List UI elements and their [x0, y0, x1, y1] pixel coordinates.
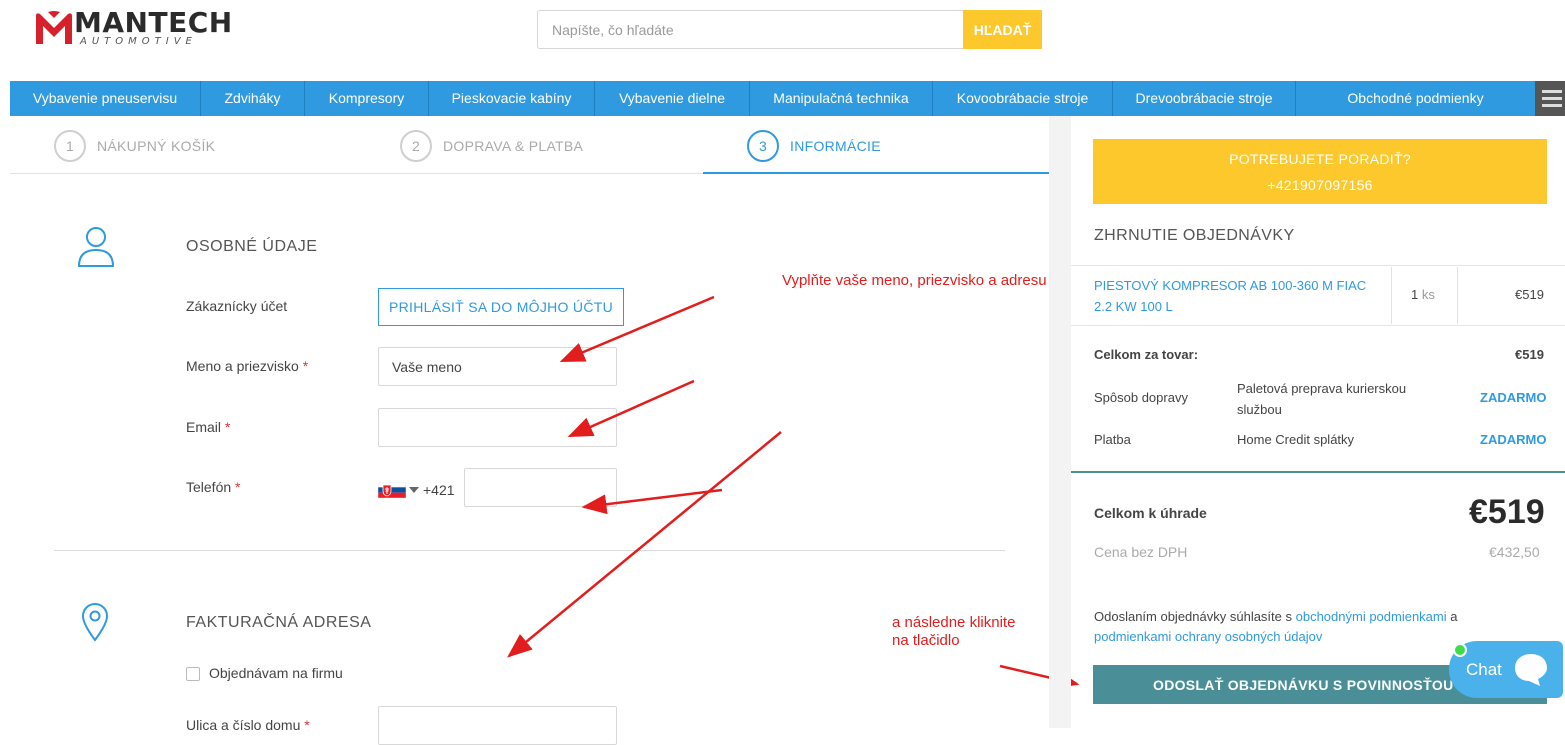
step-information[interactable]: 3 INFORMÁCIE: [747, 130, 881, 162]
terms-link[interactable]: obchodnými podmienkami: [1296, 609, 1447, 624]
product-qty: 1 ks: [1411, 287, 1435, 302]
nav-item-kovoobrabacie-stroje[interactable]: Kovoobrábacie stroje: [933, 81, 1113, 116]
step-shipping-payment[interactable]: 2 DOPRAVA & PLATBA: [400, 130, 583, 162]
product-name[interactable]: PIESTOVÝ KOMPRESOR AB 100-360 M FIAC 2.2…: [1094, 275, 1374, 317]
grand-total-label: Celkom k úhrade: [1094, 505, 1207, 521]
sidebar-separator: [1049, 116, 1071, 728]
shipping-label: Spôsob dopravy: [1094, 390, 1188, 405]
main-nav: Vybavenie pneuservisu Zdviháky Kompresor…: [10, 81, 1535, 116]
step-label: DOPRAVA & PLATBA: [443, 138, 584, 154]
phone-label: Telefón *: [186, 479, 241, 495]
grand-total-value: €519: [1469, 493, 1545, 531]
login-button[interactable]: PRIHLÁSIŤ SA DO MÔJHO ÚČTU: [378, 288, 624, 326]
personal-data-title: OSOBNÉ ÚDAJE: [186, 238, 318, 255]
caret-down-icon: [409, 487, 419, 493]
logo-subtitle: AUTOMOTIVE: [80, 36, 197, 47]
product-price: €519: [1515, 287, 1544, 302]
nav-item-vybavenie-pneuservisu[interactable]: Vybavenie pneuservisu: [10, 81, 201, 116]
advice-box[interactable]: POTREBUJETE PORADIŤ? +421907097156: [1093, 139, 1547, 204]
email-field[interactable]: [378, 408, 617, 447]
nav-item-vybavenie-dielne[interactable]: Vybavenie dielne: [595, 81, 750, 116]
summary-divider: [1071, 325, 1565, 326]
phone-field[interactable]: [464, 468, 617, 507]
active-step-indicator: [703, 172, 1049, 174]
column-divider: [1457, 267, 1458, 324]
advice-title: POTREBUJETE PORADIŤ?: [1229, 151, 1411, 167]
payment-label: Platba: [1094, 432, 1131, 447]
chat-bubble-icon[interactable]: [1512, 651, 1550, 689]
nav-item-drevoobrabacie-stroje[interactable]: Drevoobrábacie stroje: [1113, 81, 1296, 116]
annotation-click-note: a následne kliknite na tlačidlo: [892, 614, 1016, 649]
location-pin-icon: [81, 603, 109, 642]
billing-address-title: FAKTURAČNÁ ADRESA: [186, 614, 372, 631]
payment-price: ZADARMO: [1480, 432, 1547, 447]
arrow-to-address: [507, 431, 782, 658]
advice-phone[interactable]: +421907097156: [1093, 172, 1547, 198]
nav-item-kompresory[interactable]: Kompresory: [305, 81, 429, 116]
company-checkbox[interactable]: [186, 667, 200, 681]
goods-total-value: €519: [1515, 347, 1544, 362]
logo-text[interactable]: MANTECH: [74, 6, 233, 39]
nav-item-pieskovacie-kabiny[interactable]: Pieskovacie kabíny: [429, 81, 595, 116]
user-icon: [77, 227, 115, 267]
column-divider: [1391, 267, 1392, 324]
step-cart[interactable]: 1 NÁKUPNÝ KOŠÍK: [54, 130, 215, 162]
company-checkbox-label: Objednávam na firmu: [209, 665, 343, 681]
shipping-price: ZADARMO: [1480, 390, 1547, 405]
country-select[interactable]: [378, 481, 422, 499]
privacy-link[interactable]: podmienkami ochrany osobných údajov: [1094, 629, 1322, 644]
net-price-label: Cena bez DPH: [1094, 544, 1188, 560]
phone-prefix: +421: [423, 482, 455, 498]
step-number: 1: [54, 130, 86, 162]
step-number: 3: [747, 130, 779, 162]
street-label: Ulica a číslo domu *: [186, 717, 310, 733]
summary-divider: [1071, 265, 1565, 266]
account-label: Zákaznícky účet: [186, 298, 288, 314]
hamburger-icon[interactable]: [1535, 81, 1565, 116]
slovakia-flag-icon: [378, 482, 406, 498]
order-summary-title: ZHRNUTIE OBJEDNÁVKY: [1094, 227, 1295, 244]
name-label: Meno a priezvisko *: [186, 358, 309, 374]
search-button[interactable]: HĽADAŤ: [963, 10, 1042, 49]
logo-icon[interactable]: [34, 10, 74, 46]
nav-item-manipulacna-technika[interactable]: Manipulačná technika: [750, 81, 933, 116]
nav-item-zdvihaky[interactable]: Zdviháky: [201, 81, 305, 116]
total-divider: [1071, 471, 1565, 473]
step-label: INFORMÁCIE: [790, 138, 881, 154]
net-price-value: €432,50: [1489, 544, 1540, 560]
shipping-method: Paletová preprava kurierskou službou: [1237, 381, 1407, 417]
section-divider: [54, 550, 1005, 551]
search-input[interactable]: [537, 10, 963, 49]
email-label: Email *: [186, 419, 231, 435]
chat-label[interactable]: Chat: [1466, 660, 1502, 680]
step-label: NÁKUPNÝ KOŠÍK: [97, 138, 216, 154]
goods-total-label: Celkom za tovar:: [1094, 347, 1199, 362]
annotation-fill-note: Vyplňte vaše meno, priezvisko a adresu: [782, 272, 1047, 289]
checkout-steps: 1 NÁKUPNÝ KOŠÍK 2 DOPRAVA & PLATBA 3 INF…: [10, 117, 1049, 174]
payment-method: Home Credit splátky: [1237, 432, 1355, 447]
online-status-dot: [1453, 643, 1467, 657]
street-field[interactable]: [378, 706, 617, 745]
step-number: 2: [400, 130, 432, 162]
name-field[interactable]: [378, 347, 617, 386]
nav-item-obchodne-podmienky[interactable]: Obchodné podmienky: [1296, 81, 1535, 116]
